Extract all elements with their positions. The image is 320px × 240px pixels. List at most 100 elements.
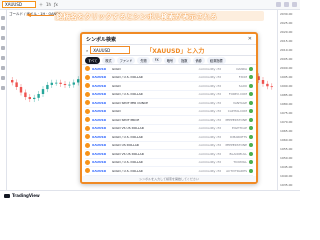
exchange-flag-icon (249, 109, 253, 114)
list-item[interactable]: XAUUSD GOLD SPOT PRICE commodity cfd PEPPER… (85, 116, 253, 125)
tab-2[interactable]: ファンド (116, 56, 136, 64)
candle-body (261, 80, 265, 84)
candle-body (46, 84, 49, 90)
result-symbol: XAUUSD (92, 126, 107, 131)
price-tick: 1940.00 (280, 174, 293, 178)
candle-body (266, 83, 269, 87)
result-exchange: BLACKBULL (229, 151, 247, 156)
result-symbol: XAUUSD (92, 92, 107, 97)
list-item[interactable]: XAUUSD GOLD VS US DOLLAR commodity cfd BLAC… (85, 150, 253, 159)
layout-icon[interactable] (276, 2, 281, 7)
result-type: commodity cfd (198, 126, 221, 131)
result-symbol: XAUUSD (92, 66, 107, 71)
list-item[interactable]: XAUUSD GOLD commodity cfd OANDA (85, 65, 253, 74)
result-symbol: XAUUSD (92, 109, 107, 114)
logo-text: TradingView (12, 193, 40, 198)
plus-icon[interactable]: ＋ (39, 2, 43, 8)
list-item[interactable]: XAUUSD GOLD commodity cfd CAPITALCOM (85, 108, 253, 116)
tab-7[interactable]: 債券 (192, 56, 205, 64)
exchange-flag-icon (249, 134, 253, 139)
result-type: commodity cfd (198, 92, 221, 97)
tab-6[interactable]: 指数 (178, 56, 191, 64)
candle-body (55, 82, 58, 84)
symbol-button[interactable]: XAUUSD (2, 1, 36, 8)
result-type: commodity cfd (198, 117, 221, 122)
price-tick: 1960.00 (280, 138, 293, 142)
price-tick: 2015.00 (280, 39, 293, 43)
result-description: GOLD (112, 66, 121, 71)
text-icon[interactable] (1, 56, 5, 60)
exchange-flag-icon (249, 92, 253, 97)
list-item[interactable]: XAUUSD GOLD commodity cfd SAXO (85, 82, 253, 91)
gold-icon (85, 168, 90, 174)
gold-icon (85, 74, 90, 80)
candle-body (41, 89, 45, 94)
search-input[interactable] (90, 46, 131, 54)
trendline-icon[interactable] (1, 26, 5, 30)
gold-icon (85, 125, 90, 131)
list-item[interactable]: XAUUSD GOLD / U.S. DOLLAR commodity cfd TIC… (85, 159, 253, 167)
price-tick: 1990.00 (280, 84, 293, 88)
exchange-flag-icon (249, 151, 253, 156)
tab-5[interactable]: 暗号 (163, 56, 177, 64)
indicators-icon[interactable]: ƒx (54, 2, 58, 7)
result-description: GOLD / U.S. DOLLAR (112, 160, 143, 165)
candle-body (19, 87, 23, 93)
result-exchange: PEPPERSTONE (225, 143, 247, 148)
brush-icon[interactable] (1, 46, 5, 50)
result-exchange: ACTIVTRADES (226, 168, 247, 173)
timeframe-icon[interactable]: 1h (46, 2, 51, 7)
tab-4[interactable]: FX (151, 57, 162, 63)
close-icon[interactable]: ✕ (248, 36, 252, 42)
price-tick: 1935.00 (280, 183, 293, 187)
price-tick: 2025.00 (280, 21, 293, 25)
list-item[interactable]: XAUUSD GOLD VS US DOLLAR commodity cfd EIGH… (85, 125, 253, 133)
dialog-title: シンボル検索 (86, 36, 117, 43)
list-item[interactable]: XAUUSD GOLD / U.S. DOLLAR commodity cfd ICM… (85, 133, 253, 142)
candle-body (72, 82, 75, 85)
list-item[interactable]: XAUUSD GOLD US DOLLAR commodity cfd PEPPERS… (85, 142, 253, 150)
price-tick: 1975.00 (280, 111, 293, 115)
price-tick: 2000.00 (280, 66, 293, 70)
tab-8[interactable]: 経済指標 (206, 56, 226, 64)
price-tick: 1980.00 (280, 102, 293, 106)
result-type: commodity cfd (198, 160, 221, 165)
gold-icon (85, 159, 90, 165)
result-description: GOLD / U.S. DOLLAR (112, 75, 143, 80)
result-symbol: XAUUSD (92, 134, 107, 139)
logo-icon (4, 193, 10, 198)
price-axis[interactable]: 2030.00 2025.00 2020.00 2015.00 2010.00 2005.… (277, 10, 300, 190)
tab-0[interactable]: すべて (85, 56, 101, 64)
list-item[interactable]: XAUUSD GOLD / U.S. DOLLAR commodity cfd FXC… (85, 74, 253, 82)
result-symbol: XAUUSD (92, 100, 107, 105)
zoom-icon[interactable] (1, 86, 5, 90)
tab-1[interactable]: 株式 (102, 56, 115, 64)
measure-icon[interactable] (1, 76, 5, 80)
exchange-flag-icon (249, 160, 253, 165)
exchange-flag-icon (249, 117, 253, 122)
tab-3[interactable]: 先物 (137, 56, 150, 64)
gold-icon (85, 134, 90, 140)
gold-icon (85, 91, 90, 97)
result-symbol: XAUUSD (92, 83, 107, 88)
exchange-flag-icon (249, 66, 253, 71)
price-tick: 2010.00 (280, 48, 293, 52)
fullscreen-icon[interactable] (292, 2, 297, 7)
price-tick: 2020.00 (280, 30, 293, 34)
candle-body (50, 82, 53, 85)
result-description: GOLD US DOLLAR (112, 143, 139, 148)
candle-body (24, 92, 27, 98)
result-description: GOLD SPOT PRICE (112, 117, 140, 122)
settings-icon[interactable] (284, 2, 289, 7)
list-item[interactable]: XAUUSD GOLD SPOT PER OUNCE commodity cfd VA… (85, 99, 253, 108)
exchange-flag-icon (249, 126, 253, 131)
result-symbol: XAUUSD (92, 143, 107, 148)
result-description: GOLD SPOT PER OUNCE (112, 100, 149, 105)
pattern-icon[interactable] (1, 66, 5, 70)
result-symbol: XAUUSD (92, 117, 107, 122)
list-item[interactable]: XAUUSD GOLD / U.S. DOLLAR commodity cfd FOR… (85, 91, 253, 99)
list-item[interactable]: XAUUSD GOLD / U.S. DOLLAR commodity cfd ACT… (85, 167, 253, 176)
cursor-icon[interactable] (1, 16, 5, 20)
candle-body (15, 82, 18, 88)
fib-icon[interactable] (1, 36, 5, 40)
